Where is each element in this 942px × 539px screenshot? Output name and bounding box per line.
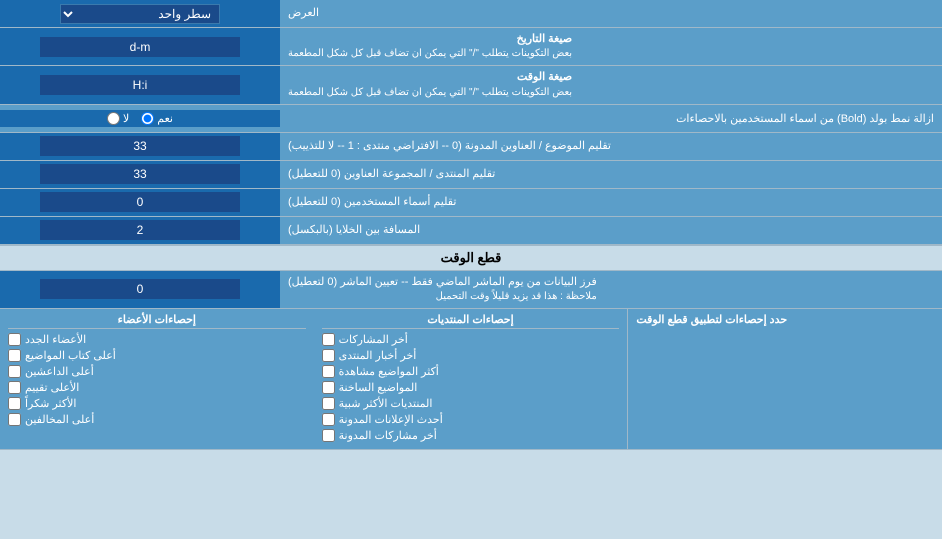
stat-most-thanks: الأكثر شكراً (8, 397, 306, 410)
users-trim-label: تقليم أسماء المستخدمين (0 للتعطيل) (280, 189, 942, 216)
bold-remove-row: ازالة نمط بولد (Bold) من اسماء المستخدمي… (0, 105, 942, 133)
display-mode-input: سطر واحد أكثر من سطر (0, 0, 280, 27)
stat-new-members: الأعضاء الجدد (8, 333, 306, 346)
stat-posts: أخر المشاركات (322, 333, 620, 346)
cell-spacing-input-wrapper (0, 217, 280, 244)
bold-remove-options: نعم لا (0, 110, 280, 127)
time-format-input-wrapper (0, 66, 280, 103)
forum-subjects-row: تقليم الموضوع / العناوين المدونة (0 -- ا… (0, 133, 942, 161)
stat-hot: المواضيع الساخنة (322, 381, 620, 394)
forum-trim-row: تقليم المنتدى / المجموعة العناوين (0 للت… (0, 161, 942, 189)
stat-top-supporters-checkbox[interactable] (8, 365, 21, 378)
stat-new-members-checkbox[interactable] (8, 333, 21, 346)
cutoff-days-field[interactable] (40, 279, 240, 299)
date-format-row: صيغة التاريخ بعض التكوينات يتطلب "/" الت… (0, 28, 942, 66)
stat-similar-checkbox[interactable] (322, 397, 335, 410)
display-mode-row: العرض سطر واحد أكثر من سطر (0, 0, 942, 28)
stats-col2: إحصاءات الأعضاء الأعضاء الجدد أعلى كتاب … (0, 309, 314, 449)
stat-top-violators-checkbox[interactable] (8, 413, 21, 426)
cell-spacing-label: المسافة بين الخلايا (بالبكسل) (280, 217, 942, 244)
bold-remove-no: لا (107, 112, 129, 125)
stats-col2-header: إحصاءات الأعضاء (8, 313, 306, 329)
stat-top-supporters: أعلى الداعشين (8, 365, 306, 378)
forum-subjects-field[interactable] (40, 136, 240, 156)
bold-yes-radio[interactable] (141, 112, 154, 125)
stat-most-viewed-checkbox[interactable] (322, 365, 335, 378)
stat-top-rated-checkbox[interactable] (8, 381, 21, 394)
main-container: العرض سطر واحد أكثر من سطر صيغة التاريخ … (0, 0, 942, 450)
stat-blog-posts-checkbox[interactable] (322, 429, 335, 442)
forum-subjects-input-wrapper (0, 133, 280, 160)
stat-announcements: أحدث الإعلانات المدونة (322, 413, 620, 426)
forum-subjects-label: تقليم الموضوع / العناوين المدونة (0 -- ا… (280, 133, 942, 160)
stat-top-rated: الأعلى تقييم (8, 381, 306, 394)
cell-spacing-field[interactable] (40, 220, 240, 240)
forum-trim-label: تقليم المنتدى / المجموعة العناوين (0 للت… (280, 161, 942, 188)
stat-blog-posts: أخر مشاركات المدونة (322, 429, 620, 442)
cutoff-days-row: فرز البيانات من يوم الماشر الماضي فقط --… (0, 271, 942, 309)
cutoff-days-input-wrapper (0, 271, 280, 308)
cutoff-days-label: فرز البيانات من يوم الماشر الماضي فقط --… (280, 271, 942, 308)
stats-col1-header: إحصاءات المنتديات (322, 313, 620, 329)
users-trim-row: تقليم أسماء المستخدمين (0 للتعطيل) (0, 189, 942, 217)
stats-section-label: حدد إحصاءات لتطبيق قطع الوقت (636, 313, 787, 326)
users-trim-field[interactable] (40, 192, 240, 212)
stat-posts-checkbox[interactable] (322, 333, 335, 346)
time-format-row: صيغة الوقت بعض التكوينات يتطلب "/" التي … (0, 66, 942, 104)
cutoff-section-header: قطع الوقت (0, 245, 942, 271)
forum-trim-input-wrapper (0, 161, 280, 188)
date-format-label: صيغة التاريخ بعض التكوينات يتطلب "/" الت… (280, 28, 942, 65)
users-trim-input-wrapper (0, 189, 280, 216)
bold-no-radio[interactable] (107, 112, 120, 125)
stats-col1: إحصاءات المنتديات أخر المشاركات أخر أخبا… (314, 309, 629, 449)
time-format-field[interactable] (40, 75, 240, 95)
stats-section: حدد إحصاءات لتطبيق قطع الوقت إحصاءات الم… (0, 309, 942, 450)
time-format-label: صيغة الوقت بعض التكوينات يتطلب "/" التي … (280, 66, 942, 103)
stat-most-thanks-checkbox[interactable] (8, 397, 21, 410)
stat-top-writers: أعلى كتاب المواضيع (8, 349, 306, 362)
stat-hot-checkbox[interactable] (322, 381, 335, 394)
bold-remove-label: ازالة نمط بولد (Bold) من اسماء المستخدمي… (280, 108, 942, 129)
display-mode-label: العرض (280, 0, 942, 27)
display-mode-select[interactable]: سطر واحد أكثر من سطر (60, 4, 220, 24)
date-format-input-wrapper (0, 28, 280, 65)
stat-top-writers-checkbox[interactable] (8, 349, 21, 362)
bold-remove-yes: نعم (141, 112, 173, 125)
stat-most-viewed: أكثر المواضيع مشاهدة (322, 365, 620, 378)
cell-spacing-row: المسافة بين الخلايا (بالبكسل) (0, 217, 942, 245)
stat-similar: المنتديات الأكثر شبية (322, 397, 620, 410)
stat-news-checkbox[interactable] (322, 349, 335, 362)
stat-top-violators: أعلى المخالفين (8, 413, 306, 426)
stat-news: أخر أخبار المنتدى (322, 349, 620, 362)
date-format-field[interactable] (40, 37, 240, 57)
stat-announcements-checkbox[interactable] (322, 413, 335, 426)
forum-trim-field[interactable] (40, 164, 240, 184)
